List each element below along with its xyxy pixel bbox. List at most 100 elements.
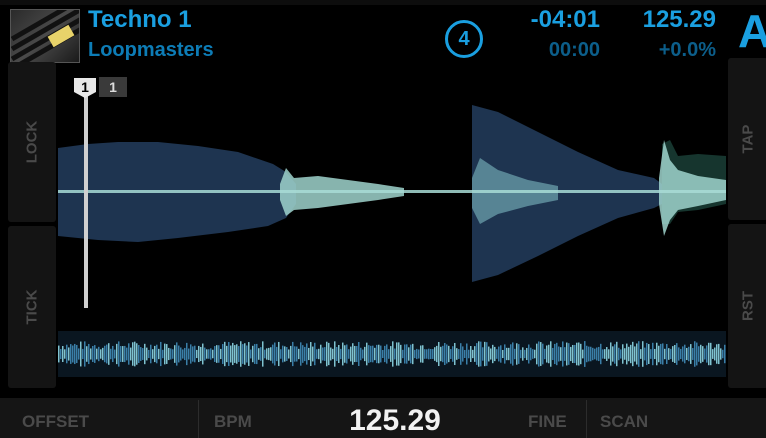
time-elapsed: 00:00 bbox=[548, 39, 600, 61]
overview-bar bbox=[576, 342, 578, 366]
overview-bar bbox=[682, 346, 684, 362]
overview-bar bbox=[232, 342, 234, 366]
overview-bar bbox=[488, 346, 490, 362]
track-title: Techno 1 bbox=[88, 6, 192, 33]
lock-button[interactable]: LOCK bbox=[8, 62, 56, 222]
overview-bar bbox=[462, 346, 464, 362]
overview-bar bbox=[580, 343, 582, 365]
overview-bar bbox=[458, 349, 460, 359]
overview-bar bbox=[526, 347, 528, 361]
overview-bar bbox=[140, 347, 142, 361]
reset-button[interactable]: RST bbox=[728, 224, 766, 388]
track-overview[interactable] bbox=[58, 331, 726, 377]
overview-bar bbox=[258, 348, 260, 360]
overview-bar bbox=[470, 346, 472, 362]
overview-bar bbox=[486, 342, 488, 366]
overview-bar bbox=[570, 346, 572, 362]
overview-bar bbox=[262, 341, 264, 367]
tick-button[interactable]: TICK bbox=[8, 226, 56, 388]
divider bbox=[198, 400, 199, 438]
overview-bar bbox=[208, 349, 210, 359]
overview-bar bbox=[196, 349, 198, 359]
overview-bar bbox=[544, 348, 546, 360]
overview-bar bbox=[560, 347, 562, 361]
overview-bar bbox=[290, 345, 292, 363]
overview-bar bbox=[724, 344, 726, 364]
overview-bar bbox=[514, 348, 516, 360]
overview-bar bbox=[216, 345, 218, 363]
overview-bar bbox=[534, 349, 536, 359]
offset-label[interactable]: OFFSET bbox=[22, 412, 89, 432]
overview-bar bbox=[626, 343, 628, 365]
overview-bar bbox=[646, 342, 648, 366]
overview-bar bbox=[302, 345, 304, 363]
overview-bar bbox=[324, 347, 326, 361]
overview-bar bbox=[648, 344, 650, 364]
tick-button-label: TICK bbox=[23, 289, 41, 325]
overview-bar bbox=[610, 342, 612, 366]
overview-bar bbox=[160, 341, 162, 367]
overview-bar bbox=[366, 342, 368, 366]
scan-label[interactable]: SCAN bbox=[600, 412, 648, 432]
overview-bar bbox=[628, 346, 630, 362]
overview-bar bbox=[598, 346, 600, 362]
overview-bar bbox=[602, 349, 604, 359]
overview-bar bbox=[420, 345, 422, 363]
overview-bar bbox=[450, 349, 452, 359]
overview-bar bbox=[376, 344, 378, 364]
overview-bar bbox=[136, 343, 138, 365]
overview-bar bbox=[178, 345, 180, 363]
overview-bar bbox=[296, 346, 298, 362]
overview-bar bbox=[320, 344, 322, 364]
overview-bar bbox=[708, 342, 710, 366]
overview-bar bbox=[244, 343, 246, 365]
tap-button[interactable]: TAP bbox=[728, 58, 766, 220]
overview-bar bbox=[400, 344, 402, 364]
overview-bar bbox=[278, 341, 280, 367]
fine-label[interactable]: FINE bbox=[528, 412, 567, 432]
bpm-label[interactable]: BPM bbox=[214, 412, 252, 432]
overview-bar bbox=[392, 341, 394, 367]
overview-bar bbox=[432, 349, 434, 359]
overview-bar bbox=[104, 345, 106, 363]
time-remaining: -04:01 bbox=[530, 6, 600, 33]
overview-bar bbox=[722, 349, 724, 359]
overview-bar bbox=[586, 345, 588, 363]
overview-bar bbox=[582, 349, 584, 359]
overview-bar bbox=[166, 344, 168, 364]
playhead[interactable] bbox=[84, 96, 88, 308]
overview-bar bbox=[286, 347, 288, 361]
overview-bar bbox=[100, 349, 102, 359]
overview-bar bbox=[688, 346, 690, 362]
overview-bar bbox=[254, 344, 256, 364]
overview-bar bbox=[538, 341, 540, 367]
overview-bar bbox=[236, 344, 238, 364]
overview-bar bbox=[74, 343, 76, 365]
overview-bar bbox=[428, 348, 430, 360]
tap-button-label: TAP bbox=[739, 124, 757, 154]
overview-bar bbox=[468, 349, 470, 359]
cue-label[interactable]: 1 bbox=[99, 77, 127, 97]
overview-bar bbox=[592, 347, 594, 361]
overview-bar bbox=[380, 345, 382, 363]
overview-bar bbox=[350, 346, 352, 362]
waveform-display[interactable] bbox=[58, 60, 726, 325]
overview-bar bbox=[358, 342, 360, 366]
overview-bar bbox=[608, 349, 610, 359]
overview-bar bbox=[714, 347, 716, 361]
overview-bar bbox=[406, 344, 408, 364]
overview-bar bbox=[214, 346, 216, 362]
overview-bar bbox=[276, 346, 278, 362]
overview-bar bbox=[408, 347, 410, 361]
overview-bar bbox=[404, 344, 406, 364]
overview-bar bbox=[304, 346, 306, 362]
overview-bar bbox=[116, 343, 118, 365]
overview-bar bbox=[434, 347, 436, 361]
overview-bar bbox=[134, 341, 136, 367]
overview-bar bbox=[306, 343, 308, 365]
overview-bar bbox=[298, 348, 300, 360]
overview-bar bbox=[132, 342, 134, 366]
overview-bar bbox=[418, 349, 420, 359]
overview-bar bbox=[318, 348, 320, 360]
overview-bar bbox=[448, 345, 450, 363]
